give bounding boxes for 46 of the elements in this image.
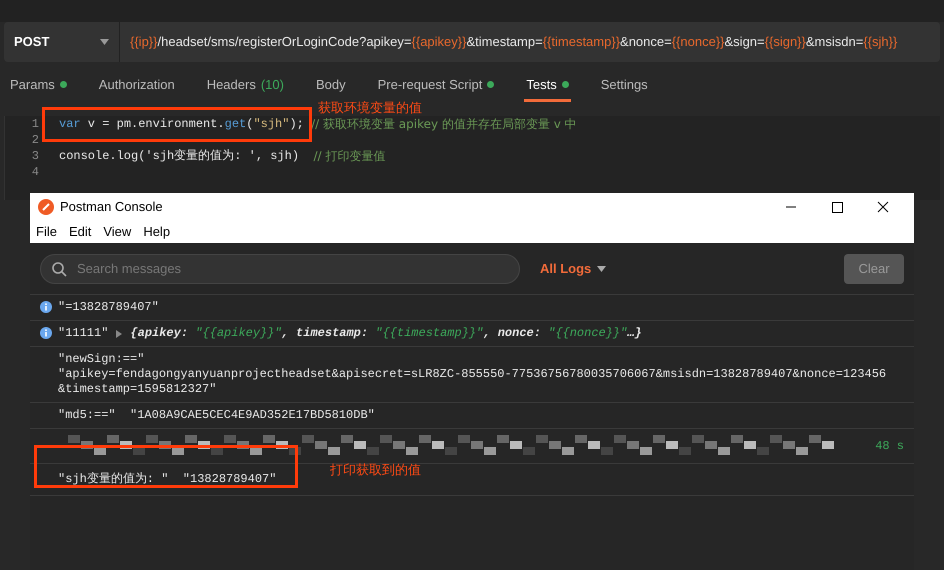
request-tab[interactable]: Settings — [598, 70, 650, 102]
window-title: Postman Console — [60, 198, 163, 216]
menu-item[interactable]: File — [36, 222, 57, 242]
log-text: "md5:==" "1A08A9CAE5CEC4E9AD352E17BD5810DB" — [58, 408, 375, 423]
request-tab[interactable]: Params — [8, 70, 69, 102]
method-dropdown[interactable]: POST — [4, 22, 120, 62]
request-tab[interactable]: Tests — [524, 70, 571, 102]
menu-item[interactable]: Help — [143, 222, 170, 242]
line-number: 3 — [30, 148, 39, 165]
menu-item[interactable]: View — [103, 222, 132, 242]
annotation-label: 获取环境变量的值 — [318, 102, 422, 116]
caret-icon — [597, 266, 606, 272]
line-number: 4 — [30, 164, 39, 181]
url-field[interactable]: {{ip}}/headset/sms/registerOrLoginCode?apikey={{apikey}}&timestamp={{timestamp}}&nonce={{nonce}}&sign={{sign}}&msisdn={{sjh}} — [120, 32, 908, 52]
request-tab[interactable]: Body — [314, 70, 348, 102]
log-filter-dropdown[interactable]: All Logs — [540, 258, 606, 278]
log-text: &timestamp=1595812327" — [58, 382, 218, 397]
log-text: "apikey=fendagongyanyuanprojectheadset&apisecret=sLR8ZC-855550-77536756780035706067&msisdn=13828789407&nonce=123456 — [58, 367, 886, 382]
info-icon — [40, 327, 52, 339]
request-tab[interactable]: Headers (10) — [204, 70, 286, 102]
code-comment: // 打印变量值 — [313, 148, 386, 165]
line-number: 2 — [30, 132, 39, 149]
log-text: "11111" — [58, 326, 108, 341]
info-icon — [40, 301, 52, 313]
search-icon — [52, 262, 67, 276]
request-tab[interactable]: Pre-request Script — [376, 70, 496, 102]
caret-icon — [100, 39, 109, 45]
search-field[interactable]: Search messages — [40, 254, 520, 284]
code-token: ( — [246, 116, 254, 133]
code-token: "sjh" — [253, 116, 290, 133]
log-text: "=13828789407" — [58, 300, 159, 315]
code-token: var — [59, 116, 81, 133]
log-text: "sjh变量的值为: " "13828789407" — [58, 472, 276, 487]
code-token: console.log('sjh变量的值为: ', sjh) — [59, 148, 300, 165]
log-object[interactable]: {apikey: "{{apikey}}", timestamp: "{{timestamp}}", nonce: "{{nonce}}"…} — [130, 326, 642, 341]
menu-item[interactable]: Edit — [68, 222, 92, 242]
log-time: 48 s — [875, 438, 904, 454]
annotation-label: 打印获取到的值 — [330, 462, 421, 480]
expand-icon[interactable] — [116, 330, 122, 338]
code-token: get — [224, 116, 246, 133]
code-token: v = pm.environment. — [86, 116, 225, 133]
code-token: ); — [289, 116, 305, 133]
line-number: 1 — [30, 116, 39, 133]
log-text: "newSign:==" — [58, 352, 146, 367]
postman-logo-icon — [38, 199, 54, 215]
request-tab[interactable]: Authorization — [96, 70, 177, 102]
